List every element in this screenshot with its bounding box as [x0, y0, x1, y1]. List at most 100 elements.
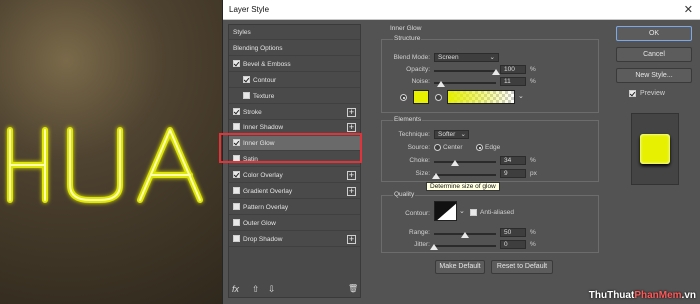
range-input[interactable]: 50 — [500, 228, 526, 237]
opacity-slider-thumb[interactable] — [492, 69, 500, 75]
elements-title: Elements — [393, 116, 423, 123]
glow-gradient-picker[interactable] — [447, 90, 515, 104]
opacity-input[interactable]: 100 — [500, 65, 526, 74]
technique-select[interactable]: Softer ⌄ — [434, 130, 469, 139]
style-item-texture[interactable]: Texture — [229, 89, 360, 104]
style-item-checkbox[interactable] — [233, 123, 240, 131]
style-item-bevel-emboss[interactable]: Bevel & Emboss — [229, 57, 360, 72]
contour-label: Contour: — [405, 210, 430, 217]
chevron-down-icon: ⌄ — [489, 54, 495, 61]
size-slider-track[interactable] — [434, 174, 496, 176]
move-up-icon[interactable]: ⇧ — [252, 284, 260, 295]
quality-title: Quality — [393, 191, 416, 198]
opacity-label: Opacity: — [406, 66, 430, 73]
canvas-area — [0, 0, 222, 304]
technique-value: Softer — [438, 131, 456, 138]
style-item-checkbox[interactable] — [233, 218, 240, 226]
style-item-color-overlay[interactable]: Color Overlay + — [229, 168, 360, 184]
add-style-icon[interactable]: + — [347, 187, 356, 196]
size-input[interactable]: 9 — [500, 169, 526, 178]
style-item-gradient-overlay[interactable]: Gradient Overlay + — [229, 184, 360, 199]
chevron-down-icon[interactable]: ⌄ — [459, 207, 465, 215]
new-style-button[interactable]: New Style... — [616, 68, 692, 83]
style-item-label: Color Overlay — [243, 172, 283, 180]
style-item-checkbox[interactable] — [233, 234, 240, 242]
preview-label: Preview — [640, 90, 665, 97]
blend-mode-label: Blend Mode: — [393, 54, 431, 61]
style-item-blending-options[interactable]: Blending Options — [229, 41, 360, 56]
style-item-contour[interactable]: Contour — [229, 73, 360, 88]
size-unit: px — [530, 170, 537, 177]
dialog-titlebar: Layer Style ✕ — [223, 0, 700, 20]
anti-aliased-label: Anti-aliased — [480, 209, 514, 216]
jitter-slider-track[interactable] — [434, 245, 496, 247]
jitter-slider-thumb[interactable] — [430, 244, 438, 250]
add-style-icon[interactable]: + — [347, 123, 356, 133]
choke-unit: % — [530, 157, 536, 164]
reset-to-default-button[interactable]: Reset to Default — [491, 260, 553, 274]
style-item-styles[interactable]: Styles — [229, 25, 360, 40]
style-item-checkbox[interactable] — [233, 59, 240, 67]
style-item-checkbox[interactable] — [243, 75, 250, 83]
structure-title: Structure — [393, 35, 422, 42]
choke-slider-track[interactable] — [434, 161, 496, 163]
source-edge-radio[interactable] — [476, 144, 483, 151]
style-item-label: Contour — [253, 76, 277, 84]
noise-unit: % — [530, 78, 536, 85]
range-slider-thumb[interactable] — [461, 232, 469, 238]
size-slider-thumb[interactable] — [432, 173, 441, 179]
choke-label: Choke: — [409, 157, 430, 164]
cancel-button[interactable]: Cancel — [616, 47, 692, 62]
style-item-checkbox[interactable] — [233, 202, 240, 210]
style-item-checkbox[interactable] — [243, 91, 250, 99]
blend-mode-select[interactable]: Screen ⌄ — [434, 53, 499, 62]
style-item-label: Texture — [253, 92, 275, 100]
contour-picker[interactable] — [434, 201, 457, 221]
noise-input[interactable]: 11 — [500, 77, 526, 86]
add-style-icon[interactable]: + — [347, 171, 356, 181]
source-center-radio[interactable] — [434, 144, 441, 151]
add-style-icon[interactable]: + — [347, 107, 356, 117]
choke-input[interactable]: 34 — [500, 156, 526, 165]
chevron-down-icon[interactable]: ⌄ — [518, 92, 524, 100]
gradient-radio[interactable] — [435, 94, 442, 101]
style-item-label: Drop Shadow — [243, 235, 283, 243]
fx-icon[interactable]: fx — [232, 284, 239, 294]
anti-aliased-checkbox[interactable] — [470, 209, 477, 216]
make-default-button[interactable]: Make Default — [435, 260, 485, 274]
blend-mode-value: Screen — [438, 54, 459, 61]
close-icon[interactable]: ✕ — [684, 3, 693, 16]
style-item-pattern-overlay[interactable]: Pattern Overlay — [229, 200, 360, 215]
noise-label: Noise: — [411, 78, 430, 85]
style-item-label: Pattern Overlay — [243, 203, 289, 211]
opacity-slider-track[interactable] — [434, 70, 496, 72]
glow-color-swatch[interactable] — [413, 90, 429, 104]
style-item-drop-shadow[interactable]: Drop Shadow + — [229, 232, 360, 247]
move-down-icon[interactable]: ⇩ — [268, 284, 276, 295]
source-label: Source: — [407, 144, 430, 151]
style-item-label: Blending Options — [233, 44, 283, 52]
jitter-label: Jitter: — [414, 241, 430, 248]
add-style-icon[interactable]: + — [347, 234, 356, 244]
neon-text-art — [7, 127, 203, 203]
style-item-checkbox[interactable] — [233, 107, 240, 115]
watermark-part2: PhanMem — [634, 290, 682, 301]
choke-slider-thumb[interactable] — [451, 160, 460, 166]
ok-button[interactable]: OK — [616, 26, 692, 41]
watermark-part3: .vn — [681, 290, 696, 301]
technique-label: Technique: — [398, 131, 430, 138]
range-unit: % — [530, 229, 536, 236]
style-item-checkbox[interactable] — [233, 187, 240, 194]
style-item-checkbox[interactable] — [233, 171, 240, 179]
trash-icon[interactable]: 🗑 — [348, 284, 358, 293]
noise-slider-thumb[interactable] — [436, 81, 445, 87]
jitter-input[interactable]: 0 — [500, 240, 526, 249]
style-item-outer-glow[interactable]: Outer Glow — [229, 216, 360, 231]
inner-glow-heading: Inner Glow — [390, 25, 422, 32]
inner-glow-highlight-box — [219, 133, 362, 163]
style-item-stroke[interactable]: Stroke + — [229, 105, 360, 120]
preview-checkbox[interactable] — [629, 90, 636, 97]
chevron-down-icon: ⌄ — [460, 131, 466, 138]
solid-color-radio[interactable] — [400, 94, 407, 101]
style-preview-swatch — [640, 134, 670, 164]
